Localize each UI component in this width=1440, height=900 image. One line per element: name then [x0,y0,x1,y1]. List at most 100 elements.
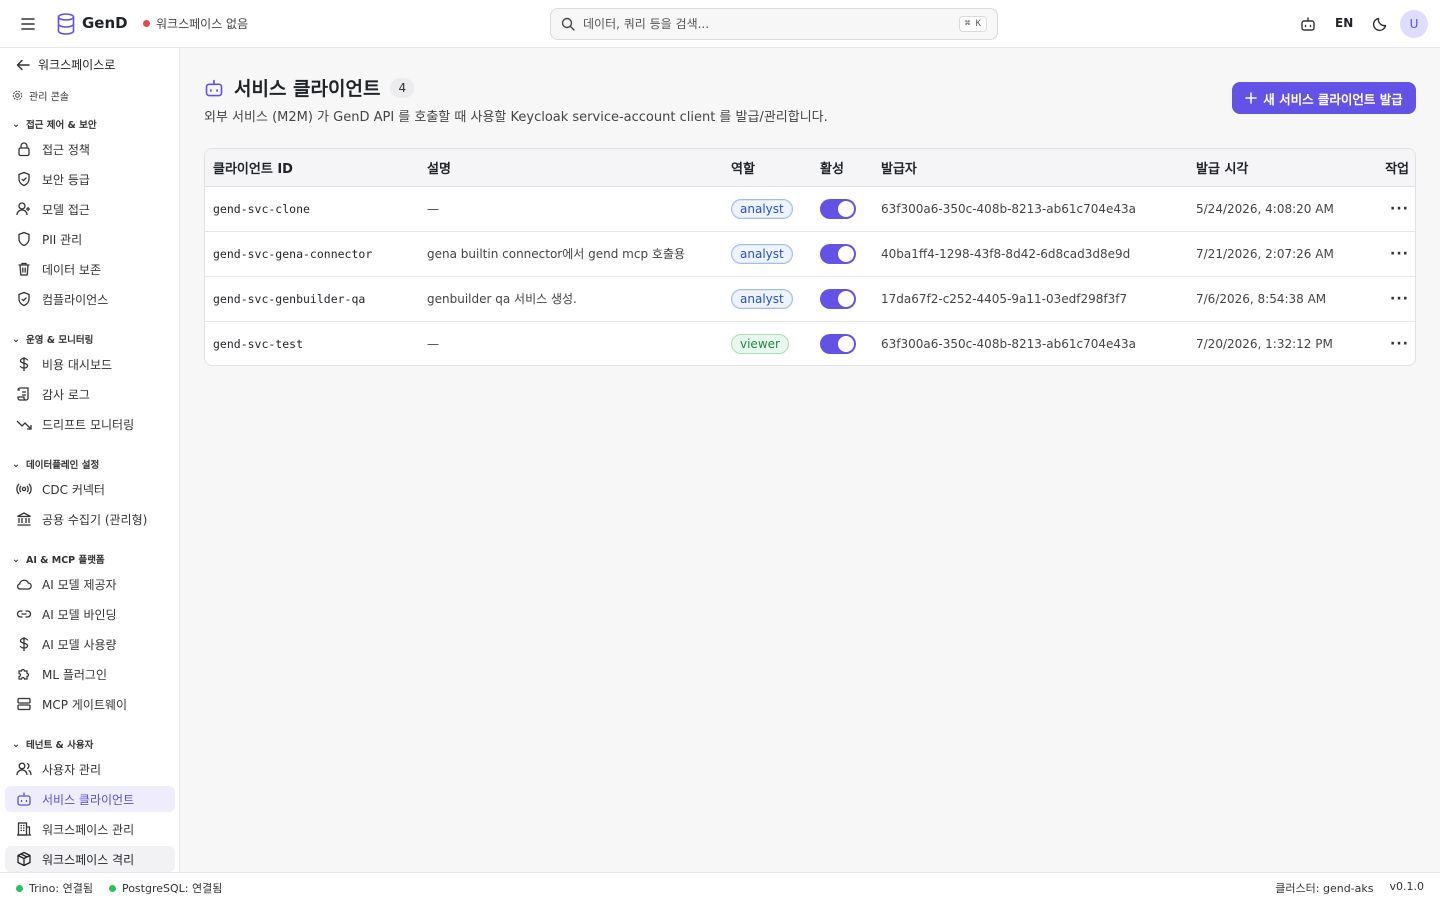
shield-check-icon [18,171,30,187]
sidebar-item-label: 보안 등급 [42,172,90,187]
shield-icon [18,231,30,247]
bot-icon [17,792,31,806]
section-label: 테넌트 & 사용자 [25,740,94,751]
column-header[interactable]: 발급 시각 [1188,149,1365,187]
client-id-cell: gend-svc-gena-connector [205,231,419,277]
sidebar-item-ai-model-provider[interactable]: AI 모델 제공자 [5,571,175,597]
bot-icon[interactable] [1298,14,1318,34]
active-toggle[interactable] [820,288,856,309]
table-row[interactable]: gend-svc-genbuilder-qa genbuilder qa 서비스… [205,276,1415,322]
role-cell: analyst [723,186,812,232]
active-cell [812,231,873,277]
chevron-down-icon: ⌄ [12,333,20,345]
active-toggle[interactable] [820,243,856,264]
sidebar-item-label: 드리프트 모니터링 [42,417,135,432]
description-cell: — [427,336,439,351]
actions-cell: ··· [1365,321,1415,365]
sidebar-item-label: 공용 수집기 (관리형) [42,512,148,527]
main-content: 서비스 클라이언트 4 외부 서비스 (M2M) 가 GenD API 를 호출… [180,48,1440,872]
issue-service-client-button[interactable]: 새 서비스 클라이언트 발급 [1232,82,1416,114]
sidebar-item-workspace-management[interactable]: 워크스페이스 관리 [5,816,175,842]
sidebar-item-ai-model-usage[interactable]: AI 모델 사용량 [5,631,175,657]
search-input[interactable] [583,17,951,31]
global-search[interactable]: ⌘ K [550,8,998,40]
sidebar-item-label: ML 플러그인 [42,667,108,682]
sidebar-item-shared-collector[interactable]: 공용 수집기 (관리형) [5,506,175,532]
moon-icon[interactable] [1370,14,1390,34]
issuer-cell: 63f300a6-350c-408b-8213-ab61c704e43a [873,186,1188,232]
client-id-cell: gend-svc-test [213,336,304,351]
sidebar-item-model-access[interactable]: 모델 접근 [5,196,175,222]
chevron-down-icon: ⌄ [12,553,20,565]
user-avatar[interactable]: U [1400,10,1428,38]
sidebar-item-drift-monitoring[interactable]: 드리프트 모니터링 [5,411,175,437]
section-operations[interactable]: ⌄ 운영 & 모니터링 [12,332,93,347]
table-row[interactable]: gend-svc-clone — analyst 63f300a6-350c-4… [205,186,1415,232]
issued-at-cell: 7/20/2026, 1:32:12 PM [1196,336,1333,351]
page-description: 외부 서비스 (M2M) 가 GenD API 를 호출할 때 사용할 Keyc… [204,110,828,125]
sidebar-item-mcp-gateway[interactable]: MCP 게이트웨이 [5,691,175,717]
column-header: 작업 [1365,149,1415,187]
issuer-cell: 40ba1ff4-1298-43f8-8d42-6d8cad3d8e9d [873,231,1188,277]
trino-status-label: Trino: 연결됨 [29,882,93,895]
sidebar-item-cost-dashboard[interactable]: 비용 대시보드 [5,351,175,377]
language-toggle[interactable]: EN [1335,16,1353,30]
actions-cell: ··· [1365,231,1415,277]
role-badge: analyst [731,243,793,264]
sidebar-item-pii[interactable]: PII 관리 [5,226,175,252]
column-header[interactable]: 활성 [812,149,873,187]
active-cell [812,276,873,322]
table-header-row: 클라이언트 ID 설명 역할 활성 발급자 발급 시각 작업 [205,149,1415,187]
back-label: 워크스페이스로 [38,58,116,72]
lock-icon [18,142,30,157]
column-header[interactable]: 역할 [723,149,812,187]
role-cell: viewer [723,321,812,365]
sidebar-item-cdc-connector[interactable]: CDC 커넥터 [5,476,175,502]
column-header[interactable]: 설명 [419,149,723,187]
sidebar-item-label: 비용 대시보드 [42,357,113,372]
section-ai-mcp[interactable]: ⌄ AI & MCP 플랫폼 [12,552,105,567]
sidebar-item-service-client[interactable]: 서비스 클라이언트 [5,786,175,812]
sidebar-item-workspace-isolation[interactable]: 워크스페이스 격리 [5,846,175,872]
column-header[interactable]: 발급자 [873,149,1188,187]
more-actions-icon[interactable]: ··· [1390,201,1409,217]
sidebar-item-compliance[interactable]: 컴플라이언스 [5,286,175,312]
hamburger-menu-icon[interactable] [18,14,38,34]
more-actions-icon[interactable]: ··· [1390,336,1409,352]
workspace-status-label: 워크스페이스 없음 [156,17,249,31]
section-tenants-users[interactable]: ⌄ 테넌트 & 사용자 [12,737,94,752]
sidebar-item-access-policy[interactable]: 접근 정책 [5,136,175,162]
link-icon [16,610,32,618]
more-actions-icon[interactable]: ··· [1390,291,1409,307]
sidebar-item-retention[interactable]: 데이터 보존 [5,256,175,282]
brand-name[interactable]: GenD [82,14,128,32]
sidebar-item-ai-model-binding[interactable]: AI 모델 바인딩 [5,601,175,627]
sidebar-item-label: 접근 정책 [42,142,90,157]
table-row[interactable]: gend-svc-test — viewer 63f300a6-350c-408… [205,321,1415,365]
section-access-security[interactable]: ⌄ 접근 제어 & 보안 [12,117,97,132]
column-header[interactable]: 클라이언트 ID [205,149,419,187]
active-toggle[interactable] [820,198,856,219]
role-cell: analyst [723,231,812,277]
issued-at-cell: 5/24/2026, 4:08:20 AM [1188,186,1365,232]
section-label: AI & MCP 플랫폼 [25,555,105,566]
issued-at-cell: 7/21/2026, 2:07:26 AM [1188,231,1365,277]
sidebar-item-audit-log[interactable]: 감사 로그 [5,381,175,407]
more-actions-icon[interactable]: ··· [1390,246,1409,262]
back-to-workspace-link[interactable]: 워크스페이스로 [16,56,115,73]
role-cell: analyst [723,276,812,322]
workspace-status[interactable]: 워크스페이스 없음 [143,15,248,32]
section-dataplane[interactable]: ⌄ 데이터플레인 설정 [12,457,99,472]
top-bar: GenD 워크스페이스 없음 ⌘ K EN U [0,0,1440,48]
active-toggle[interactable] [820,333,856,354]
actions-cell: ··· [1365,186,1415,232]
table-row[interactable]: gend-svc-gena-connector gena builtin con… [205,231,1415,277]
status-dot-icon [16,884,23,892]
sidebar-item-security-level[interactable]: 보안 등급 [5,166,175,192]
issuer-cell: 17da67f2-c252-4405-9a11-03edf298f3f7 [873,276,1188,322]
role-badge: analyst [731,288,793,309]
plus-icon [1245,92,1257,104]
scroll-icon [17,387,29,401]
sidebar-item-ml-plugin[interactable]: ML 플러그인 [5,661,175,687]
sidebar-item-user-management[interactable]: 사용자 관리 [5,756,175,782]
